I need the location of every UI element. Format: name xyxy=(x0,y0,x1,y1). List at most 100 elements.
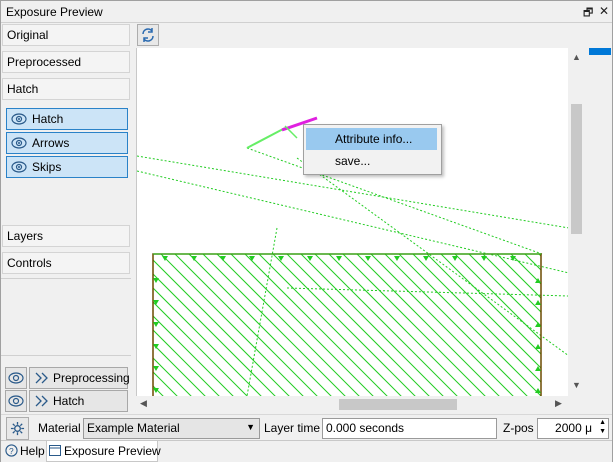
hatch-line xyxy=(153,287,262,396)
hatch-line xyxy=(426,254,541,369)
direction-arrow xyxy=(535,300,541,305)
direction-arrow xyxy=(153,322,159,327)
layer-scene xyxy=(137,116,569,396)
hatch-visibility-button[interactable] xyxy=(5,390,27,412)
vertical-scrollbar[interactable]: ▲ ▼ xyxy=(568,48,585,396)
material-value: Example Material xyxy=(87,421,180,435)
menu-item-attribute-info[interactable]: Attribute info... xyxy=(306,128,437,150)
zpos-spinbox[interactable]: 2000 μ ▲ ▼ xyxy=(537,418,609,439)
hatch-line xyxy=(370,254,514,396)
section-original[interactable]: Original xyxy=(2,24,130,46)
scroll-right-icon[interactable]: ▶ xyxy=(555,398,562,409)
double-chevron-icon xyxy=(35,372,48,384)
layer-time-field[interactable]: 0.000 seconds xyxy=(322,418,497,439)
section-label: Controls xyxy=(7,256,52,270)
preview-toolbar xyxy=(135,23,585,47)
direction-arrow xyxy=(452,256,458,261)
close-icon[interactable]: ✕ xyxy=(599,4,609,18)
scroll-up-icon[interactable]: ▲ xyxy=(572,52,581,62)
toggle-label: Hatch xyxy=(32,112,64,126)
spin-up-icon[interactable]: ▲ xyxy=(599,419,606,426)
hatch-pattern xyxy=(137,254,541,396)
eye-icon xyxy=(8,372,24,384)
direction-arrow xyxy=(365,256,371,261)
window-title: Exposure Preview xyxy=(6,5,103,19)
settings-button[interactable] xyxy=(6,417,29,440)
context-menu: Attribute info... save... xyxy=(303,124,442,175)
jump-line xyxy=(286,287,569,297)
scroll-left-icon[interactable]: ◀ xyxy=(140,398,147,409)
hatch-line xyxy=(342,254,486,396)
float-icon[interactable]: 🗗 xyxy=(583,4,593,23)
pipeline-label: Preprocessing xyxy=(53,371,130,385)
hatch-line xyxy=(286,254,430,396)
help-icon: ? xyxy=(5,444,18,457)
hatch-line xyxy=(153,385,164,396)
hatch-line xyxy=(153,259,290,396)
section-label: Preprocessed xyxy=(7,55,82,69)
hatch-step[interactable]: Hatch xyxy=(29,390,128,412)
horizontal-scroll-thumb[interactable] xyxy=(339,399,457,410)
horizontal-scrollbar[interactable]: ◀ ▶ xyxy=(136,396,568,413)
direction-arrow xyxy=(191,256,197,261)
section-layers[interactable]: Layers xyxy=(2,225,130,247)
hatch-line xyxy=(174,254,318,396)
material-label: Material xyxy=(38,421,81,435)
hatch-line xyxy=(153,329,220,396)
direction-arrow xyxy=(481,256,487,261)
direction-arrow xyxy=(423,256,429,261)
divider xyxy=(1,278,131,279)
preprocessing-step[interactable]: Preprocessing xyxy=(29,367,130,389)
material-dropdown[interactable]: Example Material ▼ xyxy=(83,418,260,439)
title-bar: Exposure Preview 🗗 ✕ xyxy=(1,1,612,23)
gear-icon xyxy=(10,421,25,436)
direction-arrow xyxy=(153,366,159,371)
zpos-value: 2000 μ xyxy=(555,421,592,435)
eye-icon xyxy=(11,137,27,149)
hatch-line xyxy=(272,254,416,396)
refresh-button[interactable] xyxy=(137,24,159,46)
scroll-down-icon[interactable]: ▼ xyxy=(572,380,581,390)
sidebar: Original Preprocessed Hatch Hatch Arrows… xyxy=(1,23,132,413)
hatch-line xyxy=(258,254,402,396)
small-part xyxy=(246,127,286,149)
scroll-corner xyxy=(568,396,585,413)
section-controls[interactable]: Controls xyxy=(2,252,130,274)
direction-arrow xyxy=(394,256,400,261)
eye-icon xyxy=(11,161,27,173)
tab-label: Exposure Preview xyxy=(64,444,161,458)
refresh-icon xyxy=(142,28,154,42)
preprocessing-visibility-button[interactable] xyxy=(5,367,27,389)
direction-arrow xyxy=(153,344,159,349)
tab-exposure-preview[interactable]: Exposure Preview xyxy=(46,441,161,462)
menu-item-label: Attribute info... xyxy=(335,132,413,146)
section-preprocessed[interactable]: Preprocessed xyxy=(2,51,130,73)
hatch-line xyxy=(244,254,388,396)
vertical-scroll-thumb[interactable] xyxy=(571,104,582,234)
spin-down-icon[interactable]: ▼ xyxy=(599,428,606,435)
toggle-arrows[interactable]: Arrows xyxy=(6,132,128,154)
preview-canvas[interactable] xyxy=(136,48,569,396)
hatch-line xyxy=(384,254,528,396)
toggle-skips[interactable]: Skips xyxy=(6,156,128,178)
menu-item-save[interactable]: save... xyxy=(306,150,437,172)
chevron-down-icon: ▼ xyxy=(246,422,255,432)
eye-icon xyxy=(8,395,24,407)
hatch-line xyxy=(137,254,153,396)
tab-label: Help xyxy=(20,444,45,458)
hatch-line xyxy=(538,254,541,257)
hatch-line xyxy=(398,254,541,396)
double-chevron-icon xyxy=(35,395,48,407)
toggle-hatch[interactable]: Hatch xyxy=(6,108,128,130)
window-icon xyxy=(49,445,61,456)
bottom-bar: Material Example Material ▼ Layer time 0… xyxy=(1,414,612,441)
section-hatch[interactable]: Hatch xyxy=(2,78,130,100)
layer-time-value: 0.000 seconds xyxy=(326,421,405,435)
section-label: Original xyxy=(7,28,49,42)
tab-help[interactable]: ? Help xyxy=(3,441,45,461)
exposure-preview-window: Exposure Preview 🗗 ✕ Original Preprocess… xyxy=(0,0,613,462)
hatch-line xyxy=(160,254,304,396)
hatch-line xyxy=(202,254,346,396)
hatch-line xyxy=(300,254,444,396)
toggle-label: Arrows xyxy=(32,136,70,150)
